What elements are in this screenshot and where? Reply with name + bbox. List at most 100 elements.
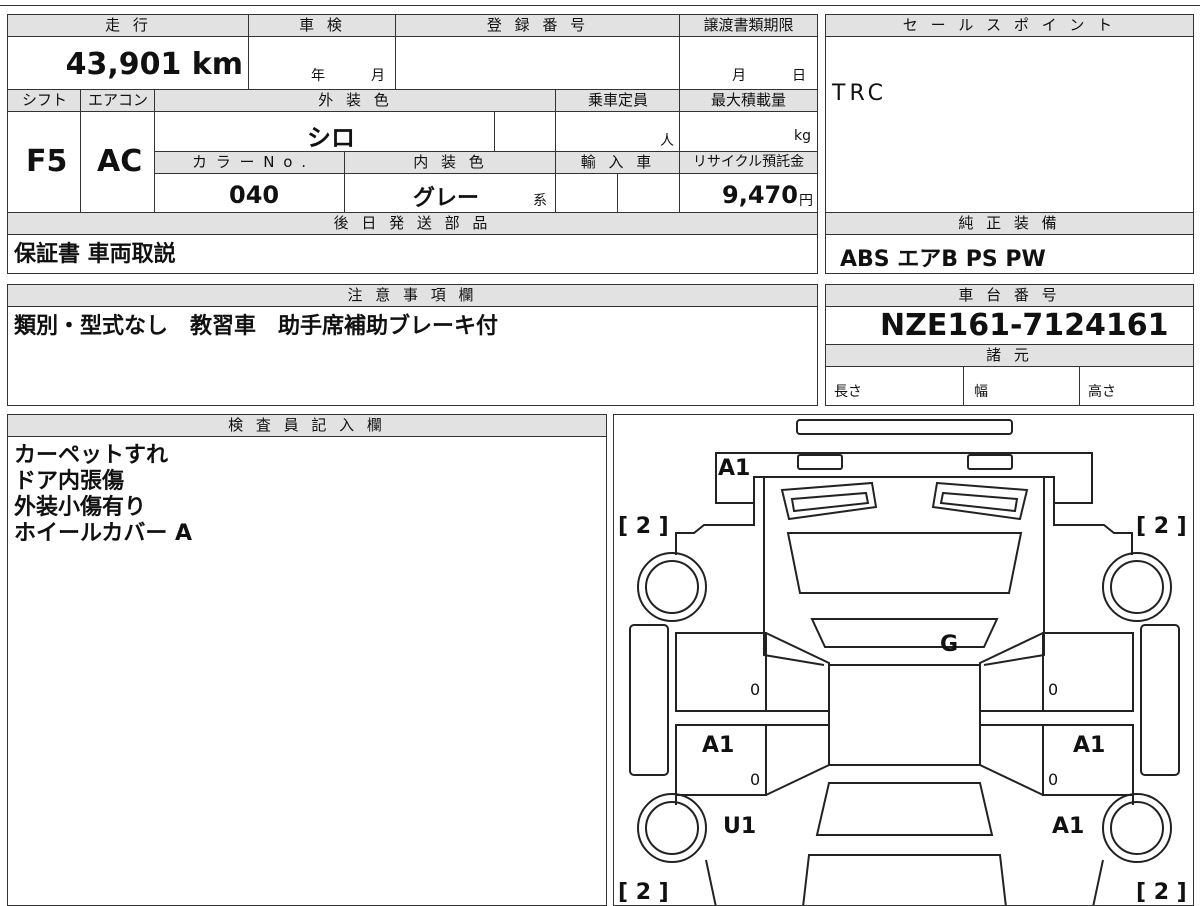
door-front-right xyxy=(1043,633,1133,711)
door-front-right-window xyxy=(980,633,1043,711)
headlight-left-inner xyxy=(792,493,868,511)
shaken-cell: 年 月 xyxy=(248,36,397,90)
mark-left-rear: U1 xyxy=(723,814,756,839)
color-number-header: カ ラ ー N o . xyxy=(154,151,346,175)
shaken-header: 車 検 xyxy=(248,14,397,38)
chassis-number-value: NZE161-7124161 xyxy=(880,308,1169,343)
side-panel-right xyxy=(1141,625,1179,775)
yen-unit: 円 xyxy=(799,190,813,210)
car-outline-diagram: A1 G A1 A1 U1 A1 [ 2 ] [ 2 ] [ 2 ] [ 2 ]… xyxy=(614,415,1194,906)
door-front-left xyxy=(676,633,766,711)
exterior-color-value: シロ xyxy=(307,118,355,153)
shaken-month-unit: 月 xyxy=(371,65,385,85)
registration-number-header: 登 録 番 号 xyxy=(395,14,681,38)
mark-right-rear: A1 xyxy=(1052,814,1084,839)
later-parts-header: 後 日 発 送 部 品 xyxy=(7,212,818,236)
chassis-number-header: 車 台 番 号 xyxy=(825,284,1194,308)
specs-height-label: 高さ xyxy=(1088,381,1116,401)
side-panel-left xyxy=(630,625,668,775)
interior-color-cell: グレー 系 xyxy=(344,173,557,213)
mark-right-front-door: A1 xyxy=(1073,733,1105,758)
genuine-equipment-header: 純 正 装 備 xyxy=(825,212,1194,236)
interior-color-value: グレー xyxy=(413,180,479,212)
max-load-cell: kg xyxy=(679,111,818,153)
inspector-line-4: ホイールカバー A xyxy=(14,521,192,547)
capacity-cell: 人 xyxy=(555,111,681,153)
shift-cell: F5 xyxy=(7,111,82,213)
wheel-rear-left-inner xyxy=(646,802,698,854)
door-rear-left-window xyxy=(766,725,829,795)
top-strip xyxy=(0,0,1200,6)
shift-value: F5 xyxy=(26,144,67,179)
mileage-cell: 43,901 km xyxy=(7,36,250,90)
door-rear-right-window xyxy=(980,725,1043,795)
car-damage-diagram: A1 G A1 A1 U1 A1 [ 2 ] [ 2 ] [ 2 ] [ 2 ]… xyxy=(613,414,1194,906)
front-bumper-shape xyxy=(716,453,1092,503)
rear-window-shape xyxy=(817,783,992,835)
hood-shape xyxy=(788,533,1021,593)
wheel-rear-right-inner xyxy=(1111,802,1163,854)
mark-tire-fl: [ 2 ] xyxy=(618,514,669,539)
wheel-front-right-inner xyxy=(1111,561,1163,613)
capacity-unit: 人 xyxy=(660,130,674,150)
specs-header: 諸 元 xyxy=(825,344,1194,368)
transfer-deadline-header: 譲渡書類期限 xyxy=(679,14,818,38)
color-number-cell: 040 xyxy=(154,173,346,213)
mark-front-bumper: A1 xyxy=(718,456,750,481)
shift-header: シフト xyxy=(7,89,82,113)
specs-width-cell: 幅 xyxy=(963,366,1081,406)
specs-width-label: 幅 xyxy=(974,381,988,401)
capacity-header: 乗車定員 xyxy=(555,89,681,113)
mark-tire-rr: [ 2 ] xyxy=(1136,880,1187,905)
inspector-cell: カーペットすれ ドア内張傷 外装小傷有り ホイールカバー A xyxy=(7,436,607,906)
fog-light-left xyxy=(798,455,842,469)
mark-left-front-door: A1 xyxy=(702,733,734,758)
mark-door-fr-zero: 0 xyxy=(1048,680,1058,699)
caution-header: 注 意 事 項 欄 xyxy=(7,284,818,308)
max-load-unit: kg xyxy=(794,128,811,144)
import-car-header: 輸 入 車 xyxy=(555,151,681,175)
mark-tire-fr: [ 2 ] xyxy=(1136,514,1187,539)
sales-point-header: セ ー ル ス ポ イ ン ト xyxy=(825,14,1194,38)
caution-value: 類別・型式なし 教習車 助手席補助ブレーキ付 xyxy=(14,314,498,340)
registration-number-cell xyxy=(395,36,681,90)
wheel-front-left xyxy=(638,553,706,621)
fog-light-right xyxy=(968,455,1012,469)
rear-fender-left xyxy=(676,795,716,906)
mileage-value: 43,901 km xyxy=(66,47,243,82)
wheel-rear-right xyxy=(1103,794,1171,862)
sales-point-cell: TRC xyxy=(825,36,1194,214)
mark-tire-rl: [ 2 ] xyxy=(618,880,669,905)
specs-height-cell: 高さ xyxy=(1079,366,1194,406)
recycle-fee-cell: 9,470 円 xyxy=(679,173,818,213)
later-parts-value: 保証書 車両取説 xyxy=(14,242,176,268)
chassis-number-cell: NZE161-7124161 xyxy=(825,306,1194,346)
later-parts-cell: 保証書 車両取説 xyxy=(7,234,818,274)
recycle-fee-value: 9,470 xyxy=(722,181,798,209)
mark-door-rr-zero: 0 xyxy=(1048,770,1058,789)
mark-door-fl-zero: 0 xyxy=(750,680,760,699)
wheel-rear-left xyxy=(638,794,706,862)
specs-length-cell: 長さ xyxy=(825,366,965,406)
import-car-cell-a xyxy=(555,173,619,213)
headlight-left xyxy=(782,483,876,519)
trunk-shape xyxy=(803,855,1006,906)
max-load-header: 最大積載量 xyxy=(679,89,818,113)
top-bar-shape xyxy=(797,420,1012,434)
interior-color-suffix: 系 xyxy=(533,190,547,210)
genuine-equipment-cell: ABS エアB PS PW xyxy=(825,234,1194,274)
transfer-deadline-cell: 月 日 xyxy=(679,36,818,90)
windshield-shape xyxy=(812,619,997,647)
roof-shape xyxy=(829,665,980,765)
headlight-right xyxy=(933,483,1027,519)
recycle-fee-header: リサイクル預託金 xyxy=(679,151,818,175)
aircon-header: エアコン xyxy=(80,89,156,113)
inspector-line-2: ドア内張傷 xyxy=(14,469,124,495)
sales-point-value: TRC xyxy=(832,81,887,106)
inspector-line-3: 外装小傷有り xyxy=(14,495,146,521)
wheel-front-right xyxy=(1103,553,1171,621)
door-front-left-window xyxy=(766,633,829,711)
exterior-color-cell: シロ xyxy=(154,111,496,153)
mark-hood: G xyxy=(940,632,958,657)
caution-cell: 類別・型式なし 教習車 助手席補助ブレーキ付 xyxy=(7,306,818,406)
